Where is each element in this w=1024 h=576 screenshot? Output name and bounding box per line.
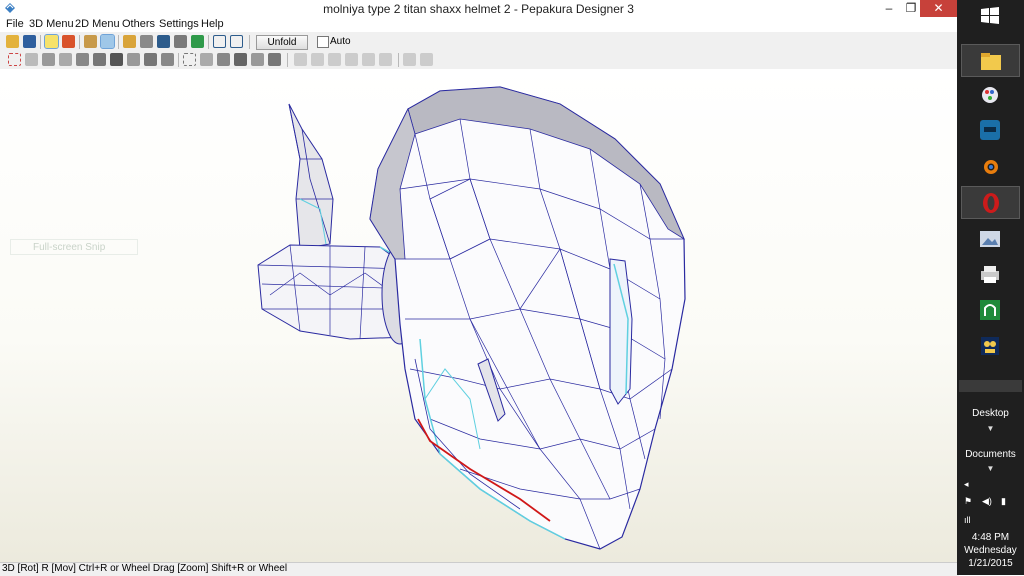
clock-date[interactable]: 1/21/2015 [957,558,1024,569]
move-icon[interactable] [25,53,38,66]
menu-help[interactable]: Help [201,18,224,30]
window-title: molniya type 2 titan shaxx helmet 2 - Pe… [323,2,634,16]
desktop-toolbar-label[interactable]: Desktop [957,408,1024,419]
unfold-view-icon[interactable] [100,34,115,49]
status-bar: 3D [Rot] R [Mov] Ctrl+R or Wheel Drag [Z… [0,562,959,576]
parts-icon[interactable] [93,53,106,66]
page-icon[interactable] [217,53,230,66]
separator [79,35,80,49]
blender-icon [984,160,998,174]
paint-icon [982,87,998,103]
title-bar: molniya type 2 titan shaxx helmet 2 - Pe… [0,0,957,17]
texture-cube-icon[interactable] [62,35,75,48]
align-middle-icon[interactable] [362,53,375,66]
separator [178,53,179,67]
taskbar-photo-viewer[interactable] [961,223,1020,256]
menu-3d[interactable]: 3D Menu [29,18,74,30]
opera-icon [983,193,999,213]
undo-icon[interactable] [161,53,174,66]
menu-2d[interactable]: 2D Menu [75,18,120,30]
align-center-icon[interactable] [311,53,324,66]
taskbar-file-explorer[interactable] [961,44,1020,77]
taskbar-blender[interactable] [961,150,1020,183]
rotate-right-icon[interactable] [420,53,433,66]
save-icon[interactable] [23,35,36,48]
auto-label: Auto [330,36,351,47]
open-icon[interactable] [6,35,19,48]
join-icon[interactable] [140,35,153,48]
helmet-model[interactable] [0,69,957,562]
tray-expand-icon[interactable]: ◂ [964,479,969,490]
pencil-icon[interactable] [123,35,136,48]
scale-icon[interactable] [76,53,89,66]
chevron-down-icon[interactable]: ▼ [957,464,1024,473]
volume-icon[interactable]: ◀) [982,496,992,507]
flap-icon[interactable] [174,35,187,48]
light-bulb-icon[interactable] [44,34,59,49]
anchor-icon[interactable] [157,35,170,48]
close-button[interactable]: ✕ [920,0,957,17]
app-window: molniya type 2 titan shaxx helmet 2 - Pe… [0,0,959,576]
image-icon[interactable] [110,53,123,66]
edit-3d-icon[interactable] [84,35,97,48]
fold-icon[interactable] [144,53,157,66]
align-bottom-icon[interactable] [379,53,392,66]
network-icon[interactable]: ıll [964,515,971,525]
start-button[interactable] [961,0,1020,33]
start-icon [981,7,999,24]
taskbar-green-app[interactable] [961,294,1020,327]
grid-icon[interactable] [200,53,213,66]
clock-time[interactable]: 4:48 PM [957,532,1024,543]
3d-viewport[interactable]: Full-screen Snip [0,69,957,562]
menu-file[interactable]: File [6,18,24,30]
separator [118,35,119,49]
layout-icon[interactable] [234,53,247,66]
menu-bar: File 3D Menu 2D Menu Others Settings Hel… [0,17,957,32]
separator [40,35,41,49]
documents-toolbar-label[interactable]: Documents [957,449,1024,460]
photo-viewer-icon [980,231,1000,247]
align-top-icon[interactable] [345,53,358,66]
auto-checkbox[interactable] [317,36,329,48]
window-split-icon[interactable] [230,35,243,48]
blue-app-icon [980,120,1000,140]
rotate-icon[interactable] [42,53,55,66]
chevron-down-icon[interactable]: ▼ [957,424,1024,433]
rotate-left-icon[interactable] [403,53,416,66]
align-right-icon[interactable] [328,53,341,66]
taskbar-blue-app[interactable] [961,114,1020,147]
power-icon[interactable]: ▮ [1001,496,1006,507]
print-preview-icon[interactable] [251,53,264,66]
separator [287,53,288,67]
check-icon[interactable] [191,35,204,48]
separator [208,35,209,49]
taskbar-pepakura[interactable] [961,330,1020,363]
main-toolbar: Unfold Auto [0,33,957,52]
export-icon[interactable] [268,53,281,66]
cut-icon[interactable] [127,53,140,66]
separator [249,35,250,49]
select-icon[interactable] [8,53,21,66]
taskbar-scrollbar[interactable] [959,380,1022,392]
file-explorer-icon [981,53,1001,70]
windows-taskbar: Desktop ▼ Documents ▼ ◂ ⚑ ◀) ▮ ıll 4:48 … [957,0,1024,575]
arrange-icon[interactable] [183,53,196,66]
menu-settings[interactable]: Settings [159,18,199,30]
clock-day[interactable]: Wednesday [957,545,1024,556]
taskbar-paint[interactable] [961,79,1020,112]
menu-others[interactable]: Others [122,18,155,30]
unfold-button[interactable]: Unfold [256,35,308,50]
window-single-icon[interactable] [213,35,226,48]
edit-toolbar [0,51,957,70]
taskbar-opera[interactable] [961,186,1020,219]
taskbar-printer-app[interactable] [961,258,1020,291]
align-left-icon[interactable] [294,53,307,66]
action-center-flag-icon[interactable]: ⚑ [964,496,972,507]
printer-app-icon [981,266,999,283]
pepakura-icon [981,337,999,355]
edge-icon[interactable] [59,53,72,66]
green-app-icon [980,300,1000,320]
separator [398,53,399,67]
